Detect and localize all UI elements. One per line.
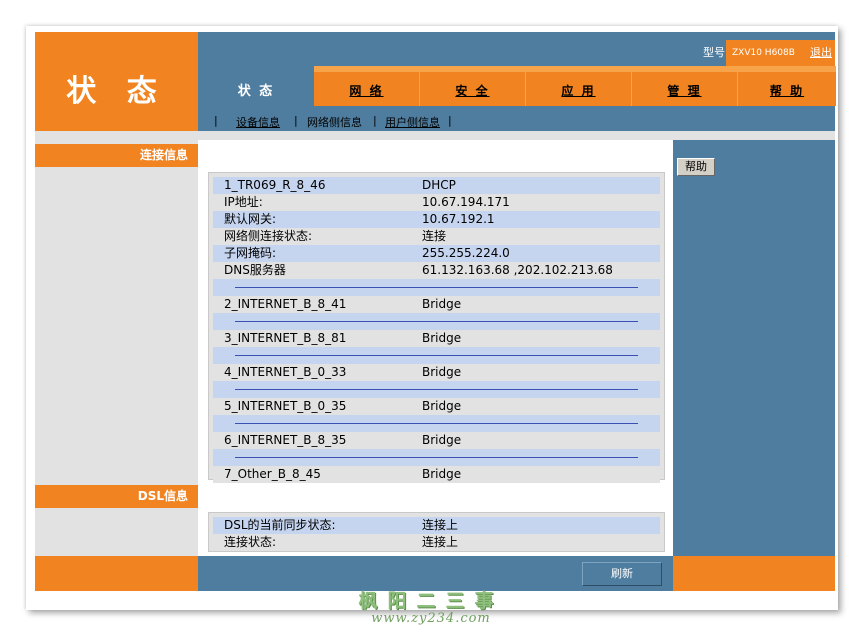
row-value: Bridge [422,297,462,311]
subnav-separator: | [373,114,377,127]
row-divider-line [235,457,638,458]
row-value: 连接上 [422,535,459,549]
table-row: 5_INTERNET_B_0_35 Bridge [213,398,660,415]
logo-title: 状 态 [66,74,167,109]
row-value: Bridge [422,433,462,447]
help-button[interactable]: 帮助 [677,158,715,176]
row-value: 连接 [422,229,447,243]
row-value: Bridge [422,365,462,379]
row-label: 1_TR069_R_8_46 [224,178,326,192]
row-divider-line [235,389,638,390]
page-content: 状 态 型号 ZXV10 H608B 退出 状 态 网 络 安 全 应 用 管 … [35,32,836,610]
row-label: 4_INTERNET_B_0_33 [224,365,347,379]
sub-navigation: | 设备信息 | 网络侧信息 | 用户侧信息 | [198,106,835,131]
row-divider-line [235,355,638,356]
row-label: DNS服务器 [224,263,286,277]
tab-network[interactable]: 网 络 [314,66,419,106]
model-box: ZXV10 H608B 退出 [726,40,835,66]
table-row [213,347,660,364]
main-tabs: 状 态 网 络 安 全 应 用 管 理 帮 助 [198,66,836,106]
row-value: 61.132.163.68 ,202.102.213.68 [422,263,613,277]
table-row [213,381,660,398]
row-value: 连接上 [422,518,459,532]
row-label: 默认网关: [224,212,277,226]
table-row: 7_Other_B_8_45 Bridge [213,466,660,483]
subnav-separator: | [294,114,298,127]
tab-help-label: 帮 助 [769,84,805,98]
table-row [213,279,660,296]
dsl-info-table: DSL的当前同步状态: 连接上 连接状态: 连接上 [208,512,665,552]
row-value: 255.255.224.0 [422,246,510,260]
row-label: 7_Other_B_8_45 [224,467,321,481]
row-label: IP地址: [224,195,263,209]
row-label: 5_INTERNET_B_0_35 [224,399,347,413]
table-row: 4_INTERNET_B_0_33 Bridge [213,364,660,381]
tab-application[interactable]: 应 用 [525,66,631,106]
subnav-separator: | [214,114,218,127]
main-content: 1_TR069_R_8_46 DHCP IP地址: 10.67.194.171 默认网关… [198,140,673,556]
section-title-connection: 连接信息 [35,144,198,167]
tab-security[interactable]: 安 全 [419,66,525,106]
table-row: 网络侧连接状态: 连接 [213,228,660,245]
row-label: 连接状态: [224,535,277,549]
row-value: Bridge [422,399,462,413]
table-row: 子网掩码: 255.255.224.0 [213,245,660,262]
table-row: DSL的当前同步状态: 连接上 [213,517,660,534]
refresh-button[interactable]: 刷新 [582,562,662,586]
section-title-dsl: DSL信息 [35,485,198,508]
watermark-title: 枫阳二三事 [358,590,504,612]
row-value: 10.67.194.171 [422,195,510,209]
watermark-url: www.zy234.com [371,611,491,626]
connection-info-table: 1_TR069_R_8_46 DHCP IP地址: 10.67.194.171 默认网关… [208,172,665,483]
tab-network-label: 网 络 [349,84,384,98]
router-admin-window: 状 态 型号 ZXV10 H608B 退出 状 态 网 络 安 全 应 用 管 … [26,26,838,610]
header-bar: 型号 ZXV10 H608B 退出 状 态 网 络 安 全 应 用 管 理 帮 … [198,32,836,131]
model-info: 型号 ZXV10 H608B 退出 [198,40,835,66]
tab-management-label: 管 理 [667,84,702,98]
row-label: 3_INTERNET_B_8_81 [224,331,347,345]
logout-link[interactable]: 退出 [810,40,832,66]
row-divider-line [235,287,638,288]
model-value: ZXV10 H608B [732,48,795,58]
row-divider-line [235,321,638,322]
row-label: DSL的当前同步状态: [224,518,336,532]
tab-status[interactable]: 状 态 [198,66,314,106]
logo-panel: 状 态 [35,32,198,131]
row-value: DHCP [422,178,456,192]
row-value: Bridge [422,331,462,345]
table-row: DNS服务器 61.132.163.68 ,202.102.213.68 [213,262,660,279]
tab-application-label: 应 用 [561,84,596,98]
subnav-separator: | [448,114,452,127]
sidebar: 连接信息 DSL信息 [35,140,198,556]
table-row: 6_INTERNET_B_8_35 Bridge [213,432,660,449]
row-label: 6_INTERNET_B_8_35 [224,433,347,447]
model-label: 型号 [703,46,725,59]
table-row: IP地址: 10.67.194.171 [213,194,660,211]
row-divider-line [235,423,638,424]
table-row: 连接状态: 连接上 [213,534,660,551]
divider-bar [35,131,835,140]
subnav-network-info[interactable]: 网络侧信息 [307,114,362,130]
table-row: 默认网关: 10.67.192.1 [213,211,660,228]
row-value: Bridge [422,467,462,481]
tab-help[interactable]: 帮 助 [737,66,836,106]
subnav-device-info[interactable]: 设备信息 [236,114,280,130]
row-value: 10.67.192.1 [422,212,495,226]
table-row [213,449,660,466]
help-panel: 帮助 [673,140,835,556]
table-row: 2_INTERNET_B_8_41 Bridge [213,296,660,313]
row-label: 子网掩码: [224,246,277,260]
tab-security-label: 安 全 [455,84,490,98]
tab-management[interactable]: 管 理 [631,66,737,106]
table-row: 3_INTERNET_B_8_81 Bridge [213,330,660,347]
row-label: 网络侧连接状态: [224,229,313,243]
table-row [213,415,660,432]
table-row: 1_TR069_R_8_46 DHCP [213,177,660,194]
table-row [213,313,660,330]
row-label: 2_INTERNET_B_8_41 [224,297,347,311]
subnav-user-info[interactable]: 用户侧信息 [385,114,440,130]
